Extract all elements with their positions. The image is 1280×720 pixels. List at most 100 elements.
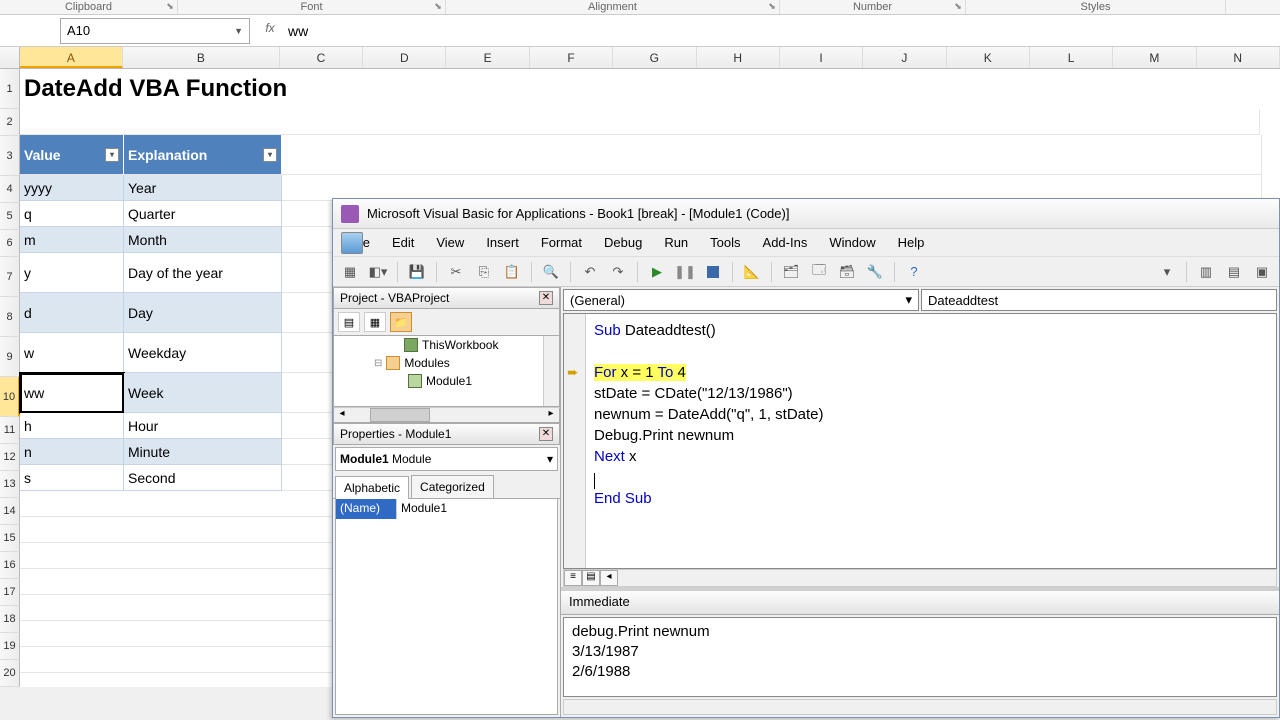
table-cell[interactable]: d	[20, 293, 124, 333]
property-row[interactable]: (Name) Module1	[336, 499, 557, 519]
menu-insert[interactable]: Insert	[476, 231, 529, 254]
chevron-down-icon[interactable]: ▼	[234, 26, 243, 36]
properties-object-combo[interactable]: Module1 Module ▾	[335, 447, 558, 471]
table-cell[interactable]: Day	[124, 293, 282, 333]
col-header-B[interactable]: B	[123, 47, 280, 68]
reset-icon[interactable]	[702, 261, 724, 283]
row-header[interactable]: 17	[0, 579, 20, 606]
row-header[interactable]: 1	[0, 69, 20, 109]
properties-icon[interactable]: 🗔	[808, 261, 830, 283]
view-code-icon[interactable]: ▤	[338, 312, 360, 332]
dialog-launcher-icon[interactable]: ⬊	[767, 1, 777, 11]
col-header-G[interactable]: G	[613, 47, 696, 68]
scrollbar-horizontal[interactable]	[563, 699, 1277, 715]
paste-icon[interactable]: 📋	[501, 261, 523, 283]
scrollbar-vertical[interactable]	[543, 336, 559, 406]
close-icon[interactable]: ✕	[539, 291, 553, 305]
tree-collapse-icon[interactable]: ⊟	[374, 358, 382, 369]
menu-format[interactable]: Format	[531, 231, 592, 254]
row-header[interactable]: 10	[0, 377, 20, 417]
menu-window[interactable]: Window	[819, 231, 885, 254]
cell[interactable]	[20, 109, 1260, 135]
col-header-K[interactable]: K	[947, 47, 1030, 68]
redo-icon[interactable]: ↷	[607, 261, 629, 283]
close-icon[interactable]: ✕	[539, 427, 553, 441]
properties-title[interactable]: Properties - Module1 ✕	[333, 423, 560, 445]
tab-categorized[interactable]: Categorized	[411, 475, 494, 498]
row-header[interactable]: 4	[0, 176, 20, 203]
menu-run[interactable]: Run	[654, 231, 698, 254]
row-header[interactable]: 14	[0, 498, 20, 525]
col-header-F[interactable]: F	[530, 47, 613, 68]
table-cell[interactable]: m	[20, 227, 124, 253]
view-excel-icon[interactable]: ▦	[339, 261, 361, 283]
vba-title-bar[interactable]: Microsoft Visual Basic for Applications …	[333, 199, 1279, 229]
col-header-D[interactable]: D	[363, 47, 446, 68]
view-object-icon[interactable]: ▦	[364, 312, 386, 332]
object-combo[interactable]: (General)▾	[563, 289, 919, 311]
row-header[interactable]: 16	[0, 552, 20, 579]
table-cell[interactable]: w	[20, 333, 124, 373]
row-header[interactable]: 5	[0, 203, 20, 230]
formula-input[interactable]: ww	[280, 23, 1280, 39]
table-cell[interactable]: q	[20, 201, 124, 227]
scrollbar-horizontal[interactable]: ◂▸	[333, 407, 560, 423]
property-value[interactable]: Module1	[396, 499, 557, 519]
menu-edit[interactable]: Edit	[382, 231, 424, 254]
table-cell[interactable]: Second	[124, 465, 282, 491]
project-explorer-icon[interactable]: 🗂	[780, 261, 802, 283]
col-header-M[interactable]: M	[1113, 47, 1196, 68]
row-header[interactable]: 3	[0, 136, 20, 176]
table-cell[interactable]: Minute	[124, 439, 282, 465]
table-cell[interactable]: Year	[124, 175, 282, 201]
menu-addins[interactable]: Add-Ins	[753, 231, 818, 254]
row-header[interactable]: 7	[0, 257, 20, 297]
col-header-A[interactable]: A	[20, 47, 123, 68]
immediate-body[interactable]: debug.Print newnum 3/13/1987 2/6/1988	[563, 617, 1277, 697]
menu-help[interactable]: Help	[888, 231, 935, 254]
col-header-H[interactable]: H	[697, 47, 780, 68]
properties-grid[interactable]: (Name) Module1	[335, 499, 558, 715]
row-header[interactable]: 2	[0, 109, 20, 136]
cell[interactable]	[282, 135, 1262, 175]
undo-icon[interactable]: ↶	[579, 261, 601, 283]
vba-editor-window[interactable]: Microsoft Visual Basic for Applications …	[332, 198, 1280, 718]
extra-toolbar-icon[interactable]: ▣	[1251, 261, 1273, 283]
code-editor[interactable]: ➨ Sub Dateaddtest() For x = 1 To 4 stDat…	[563, 313, 1277, 569]
project-explorer-title[interactable]: Project - VBAProject ✕	[333, 287, 560, 309]
toolbar-overflow-icon[interactable]: ▾	[1156, 261, 1178, 283]
table-cell[interactable]: Week	[124, 373, 282, 413]
extra-toolbar-icon[interactable]: ▥	[1195, 261, 1217, 283]
insert-dropdown-icon[interactable]: ◧▾	[367, 261, 389, 283]
table-cell[interactable]: Quarter	[124, 201, 282, 227]
table-cell[interactable]: h	[20, 413, 124, 439]
object-browser-icon[interactable]: 🗃	[836, 261, 858, 283]
table-cell[interactable]: Day of the year	[124, 253, 282, 293]
scroll-left-icon[interactable]: ◂	[600, 570, 618, 586]
row-header[interactable]: 11	[0, 417, 20, 444]
name-box[interactable]: A10 ▼	[60, 18, 250, 44]
table-cell[interactable]: yyyy	[20, 175, 124, 201]
filter-dropdown-icon[interactable]: ▾	[105, 148, 119, 162]
table-cell[interactable]: Weekday	[124, 333, 282, 373]
table-cell[interactable]: s	[20, 465, 124, 491]
toolbox-icon[interactable]: 🔧	[864, 261, 886, 283]
col-header-L[interactable]: L	[1030, 47, 1113, 68]
row-header[interactable]: 15	[0, 525, 20, 552]
procedure-combo[interactable]: Dateaddtest	[921, 289, 1277, 311]
row-header[interactable]: 9	[0, 337, 20, 377]
immediate-title[interactable]: Immediate	[561, 591, 1279, 615]
break-icon[interactable]: ❚❚	[674, 261, 696, 283]
toggle-folders-icon[interactable]: 📁	[390, 312, 412, 332]
project-tree[interactable]: ThisWorkbook ⊟Modules Module1	[333, 335, 560, 407]
col-header-E[interactable]: E	[446, 47, 529, 68]
menu-view[interactable]: View	[426, 231, 474, 254]
menu-debug[interactable]: Debug	[594, 231, 652, 254]
table-cell[interactable]: Month	[124, 227, 282, 253]
extra-toolbar-icon[interactable]: ▤	[1223, 261, 1245, 283]
row-header[interactable]: 13	[0, 471, 20, 498]
filter-dropdown-icon[interactable]: ▾	[263, 148, 277, 162]
dialog-launcher-icon[interactable]: ⬊	[433, 1, 443, 11]
copy-icon[interactable]: ⎘	[473, 261, 495, 283]
tab-alphabetic[interactable]: Alphabetic	[335, 476, 409, 499]
